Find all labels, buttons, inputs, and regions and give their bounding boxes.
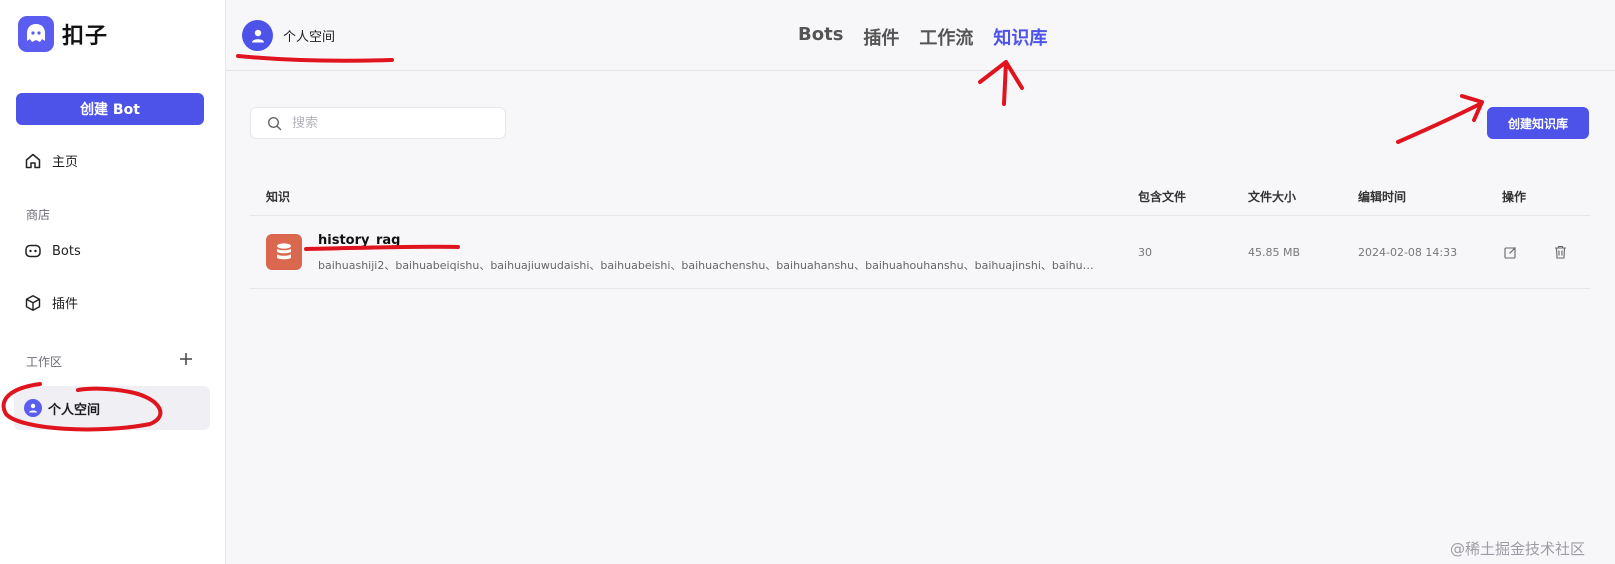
top-bar: 个人空间 Bots 插件 工作流 知识库: [226, 0, 1615, 71]
column-edited: 编辑时间: [1358, 190, 1407, 204]
space-name: 个人空间: [283, 30, 336, 45]
sidebar: 扣子 创建 Bot 主页 商店 Bots 插件 工作区 个人空间: [0, 0, 226, 564]
plus-icon: [180, 353, 192, 365]
sidebar-item-bots[interactable]: Bots: [24, 242, 81, 260]
kb-description: baihuashiji2、baihuabeiqishu、baihuajiuwud…: [318, 259, 1098, 272]
arrow-create-annotation: [1396, 94, 1484, 144]
user-avatar-icon: [242, 20, 273, 51]
kb-file-count: 30: [1138, 246, 1152, 259]
cube-icon: [24, 294, 42, 312]
edit-icon[interactable]: [1502, 244, 1518, 260]
search-input[interactable]: [290, 114, 490, 132]
home-icon: [24, 152, 42, 170]
user-avatar-icon: [24, 399, 42, 417]
column-size: 文件大小: [1248, 190, 1297, 204]
sidebar-item-label: 插件: [52, 297, 79, 312]
tab-plugins[interactable]: 插件: [863, 24, 899, 50]
sidebar-item-label: Bots: [52, 243, 81, 259]
create-knowledge-base-button[interactable]: 创建知识库: [1487, 107, 1589, 139]
sidebar-item-home[interactable]: 主页: [24, 151, 78, 170]
table-row[interactable]: history_rag baihuashiji2、baihuabeiqishu、…: [250, 216, 1590, 289]
delete-icon[interactable]: [1552, 244, 1568, 260]
brand-name: 扣子: [62, 24, 109, 49]
tab-workflow[interactable]: 工作流: [919, 24, 973, 50]
kb-file-size: 45.85 MB: [1248, 246, 1301, 259]
kb-name[interactable]: history_rag: [318, 233, 400, 248]
main-tabs: Bots 插件 工作流 知识库: [798, 24, 1047, 50]
watermark: @稀土掘金技术社区: [1450, 540, 1586, 558]
search-icon: [267, 116, 282, 131]
sidebar-item-personal-space[interactable]: 个人空间: [14, 386, 210, 430]
brand[interactable]: 扣子: [18, 16, 108, 52]
coze-logo-icon: [18, 16, 54, 52]
create-bot-button[interactable]: 创建 Bot: [16, 93, 204, 125]
column-actions: 操作: [1502, 190, 1527, 204]
knowledge-table: 知识 包含文件 文件大小 编辑时间 操作 history_rag baihuas…: [250, 178, 1590, 289]
space-switcher[interactable]: 个人空间: [242, 20, 335, 51]
tab-knowledge-base[interactable]: 知识库: [993, 24, 1047, 50]
sidebar-item-label: 主页: [52, 155, 79, 170]
bot-icon: [24, 242, 42, 260]
sidebar-item-plugins[interactable]: 插件: [24, 293, 78, 312]
database-icon: [266, 234, 302, 270]
kb-edited-time: 2024-02-08 14:33: [1358, 246, 1458, 259]
store-section-label: 商店: [26, 208, 51, 222]
table-header: 知识 包含文件 文件大小 编辑时间 操作: [250, 178, 1590, 216]
workspace-section-label: 工作区: [26, 355, 63, 369]
add-workspace-button[interactable]: [177, 350, 195, 368]
sidebar-item-label: 个人空间: [48, 402, 101, 418]
column-files: 包含文件: [1138, 190, 1187, 204]
tab-bots[interactable]: Bots: [798, 24, 843, 50]
search-box[interactable]: [250, 107, 506, 139]
column-knowledge: 知识: [266, 190, 291, 204]
